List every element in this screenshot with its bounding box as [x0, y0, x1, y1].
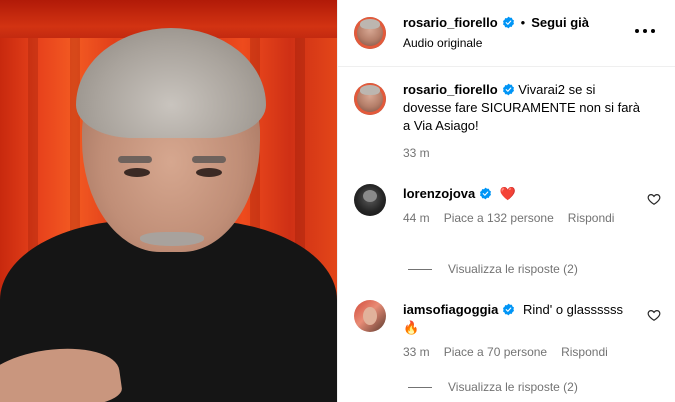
post-username[interactable]: rosario_fiorello	[403, 15, 498, 30]
comment-body: ❤️	[499, 186, 517, 201]
person-hair	[76, 28, 266, 138]
comment-likes[interactable]: Piace a 132 persone	[444, 211, 554, 225]
replies-line	[408, 386, 432, 388]
verified-badge-icon	[502, 16, 514, 29]
comment-username[interactable]: lorenzojova	[403, 186, 475, 201]
comment-text: iamsofiagoggia Rind' o glassssss 🔥	[403, 301, 653, 337]
comment-body: Rind' o glassssss	[522, 302, 624, 317]
caption-line-2: dovesse fare SICURAMENTE non si farà	[403, 100, 640, 115]
person-brow	[192, 156, 226, 163]
verified-badge-icon	[503, 303, 515, 316]
view-replies-label: Visualizza le risposte (2)	[448, 380, 578, 394]
post-header: rosario_fiorello • Segui già Audio origi…	[338, 0, 675, 67]
verified-badge-icon	[480, 187, 492, 200]
view-replies-button[interactable]: Visualizza le risposte (2)	[408, 380, 578, 394]
reply-button[interactable]: Rispondi	[561, 345, 608, 359]
fire-emoji-icon: 🔥	[403, 320, 420, 335]
caption-line-1: Vivarai2 se si	[518, 82, 596, 97]
caption-username[interactable]: rosario_fiorello	[403, 82, 498, 97]
like-heart-icon[interactable]	[647, 308, 661, 322]
post-details-panel: rosario_fiorello • Segui già Audio origi…	[337, 0, 675, 402]
comment-meta: 44 m Piace a 132 persone Rispondi	[403, 211, 614, 225]
comment-time[interactable]: 44 m	[403, 211, 430, 225]
header-user-line: rosario_fiorello • Segui già	[403, 15, 589, 30]
separator-dot: •	[520, 15, 526, 30]
replies-line	[408, 268, 432, 270]
caption-meta: 33 m	[403, 146, 430, 160]
person-eye	[196, 168, 222, 177]
caption-line-3: a Via Asiago!	[403, 118, 479, 133]
avatar[interactable]	[354, 300, 386, 332]
comment-time[interactable]: 33 m	[403, 345, 430, 359]
like-heart-icon[interactable]	[647, 192, 661, 206]
follow-button[interactable]: Segui già	[531, 15, 589, 30]
avatar[interactable]	[354, 184, 386, 216]
person-brow	[118, 156, 152, 163]
comment-text: lorenzojova ❤️	[403, 185, 516, 203]
view-replies-button[interactable]: Visualizza le risposte (2)	[408, 262, 578, 276]
person-mustache	[140, 232, 204, 246]
caption-time[interactable]: 33 m	[403, 146, 430, 160]
comment-username[interactable]: iamsofiagoggia	[403, 302, 498, 317]
verified-badge-icon	[502, 83, 514, 96]
comment-likes[interactable]: Piace a 70 persone	[444, 345, 547, 359]
reply-button[interactable]: Rispondi	[568, 211, 615, 225]
audio-link[interactable]: Audio originale	[403, 36, 482, 50]
more-options-icon[interactable]	[635, 24, 655, 38]
person-eye	[124, 168, 150, 177]
post-media-video[interactable]	[0, 0, 337, 402]
avatar[interactable]	[354, 17, 386, 49]
caption-text: rosario_fiorello Vivarai2 se si dovesse …	[403, 81, 653, 135]
avatar[interactable]	[354, 83, 386, 115]
comment-meta: 33 m Piace a 70 persone Rispondi	[403, 345, 608, 359]
view-replies-label: Visualizza le risposte (2)	[448, 262, 578, 276]
